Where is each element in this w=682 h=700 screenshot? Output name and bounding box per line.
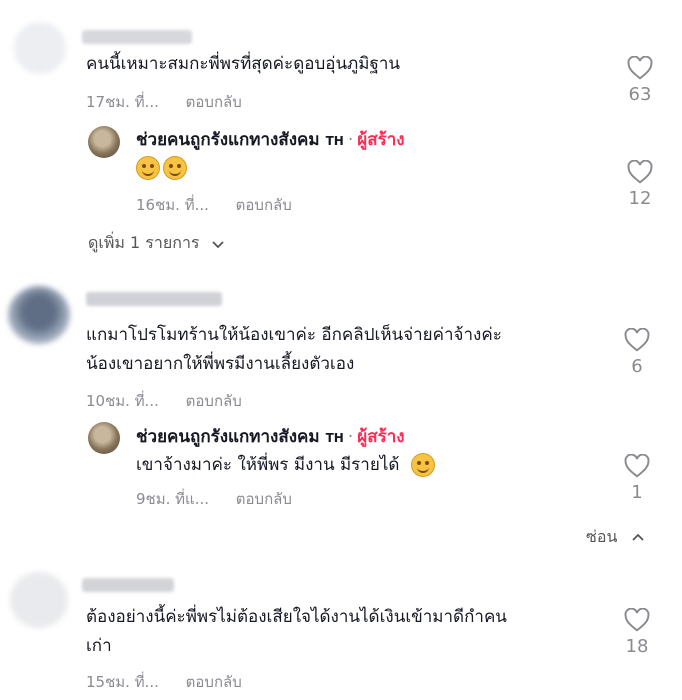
separator-dot: · — [347, 427, 354, 447]
view-more-replies-button[interactable]: ดูเพิ่ม 1 รายการ — [88, 231, 225, 256]
heart-outline-icon — [624, 328, 650, 352]
comment-text: คนนี้เหมาะสมกะพี่พรที่สุดค่ะดูอบอุ่นภูมิ… — [86, 54, 401, 74]
reply-text-row: เขาจ้างมาค่ะ ให้พี่พร มีงาน มีรายได้ — [136, 450, 438, 480]
region-tag: TH — [325, 134, 344, 148]
like-button[interactable]: 1 — [617, 454, 657, 503]
heart-outline-icon — [624, 454, 650, 478]
smiling-face-with-hearts-emoji — [410, 453, 435, 477]
smiling-face-with-hearts-emoji — [163, 156, 187, 180]
comment-text-line2: น้องเขาอยากให้พี่พรมีงานเลี้ยงตัวเอง — [86, 354, 355, 374]
comment-meta: 10ชม. ที่... ตอบกลับ — [86, 389, 242, 413]
commenter-avatar[interactable] — [8, 286, 70, 344]
reply-button[interactable]: ตอบกลับ — [186, 392, 242, 410]
like-count: 18 — [625, 636, 649, 657]
reply-time: 9ชม. ที่แ... — [136, 490, 210, 508]
comment-text: แกมาโปรโมทร้านให้น้องเขาค่ะ อีกคลิปเห็นจ… — [86, 325, 502, 345]
reply-author[interactable]: ช่วยคนถูกรังแกทางสังคม — [136, 130, 320, 150]
comment-meta: 15ชม. ที่... ตอบกลับ — [86, 670, 242, 694]
heart-outline-icon — [624, 608, 650, 632]
reply-button[interactable]: ตอบกลับ — [186, 93, 242, 111]
comment-text-line2: เก่า — [86, 636, 112, 656]
smiling-face-with-hearts-emoji — [136, 156, 160, 180]
like-button[interactable]: 12 — [620, 160, 660, 209]
commenter-avatar[interactable] — [10, 572, 68, 628]
comment-text: ต้องอย่างนี้ค่ะพี่พรไม่ต้องเสียใจได้งานไ… — [86, 607, 507, 627]
comment-time: 10ชม. ที่... — [86, 392, 159, 410]
creator-name-row: ช่วยคนถูกรังแกทางสังคม TH · ผู้สร้าง — [136, 423, 405, 450]
view-more-label: ดูเพิ่ม 1 รายการ — [88, 233, 200, 252]
creator-name-row: ช่วยคนถูกรังแกทางสังคม TH · ผู้สร้าง — [136, 126, 405, 153]
like-count: 6 — [631, 356, 643, 377]
heart-outline-icon — [627, 160, 653, 184]
reply-emoji-row — [136, 156, 190, 180]
like-button[interactable]: 63 — [620, 56, 660, 105]
commenter-name[interactable] — [86, 292, 222, 306]
creator-badge: ผู้สร้าง — [357, 427, 405, 447]
comment-meta: 17ชม. ที่... ตอบกลับ — [86, 90, 242, 114]
commenter-name[interactable] — [82, 30, 192, 44]
reply-meta: 16ชม. ที่... ตอบกลับ — [136, 193, 292, 217]
creator-avatar[interactable] — [88, 422, 120, 454]
commenter-name[interactable] — [82, 578, 174, 592]
reply-button[interactable]: ตอบกลับ — [236, 196, 292, 214]
heart-outline-icon — [627, 56, 653, 80]
like-button[interactable]: 6 — [617, 328, 657, 377]
reply-time: 16ชม. ที่... — [136, 196, 209, 214]
hide-replies-button[interactable]: ซ่อน — [586, 525, 645, 550]
chevron-up-icon — [631, 533, 644, 541]
chevron-down-icon — [211, 240, 224, 248]
like-count: 1 — [631, 482, 643, 503]
separator-dot: · — [347, 130, 354, 150]
creator-badge: ผู้สร้าง — [357, 130, 405, 150]
commenter-avatar[interactable] — [14, 22, 66, 74]
hide-label: ซ่อน — [586, 527, 618, 546]
creator-avatar[interactable] — [88, 126, 120, 158]
reply-author[interactable]: ช่วยคนถูกรังแกทางสังคม — [136, 427, 320, 447]
like-count: 63 — [628, 84, 652, 105]
like-button[interactable]: 18 — [617, 608, 657, 657]
reply-button[interactable]: ตอบกลับ — [186, 673, 242, 691]
comment-time: 15ชม. ที่... — [86, 673, 159, 691]
region-tag: TH — [325, 431, 344, 445]
reply-text: เขาจ้างมาค่ะ ให้พี่พร มีงาน มีรายได้ — [136, 455, 400, 475]
like-count: 12 — [628, 188, 652, 209]
reply-meta: 9ชม. ที่แ... ตอบกลับ — [136, 487, 292, 511]
comment-time: 17ชม. ที่... — [86, 93, 159, 111]
reply-button[interactable]: ตอบกลับ — [236, 490, 292, 508]
